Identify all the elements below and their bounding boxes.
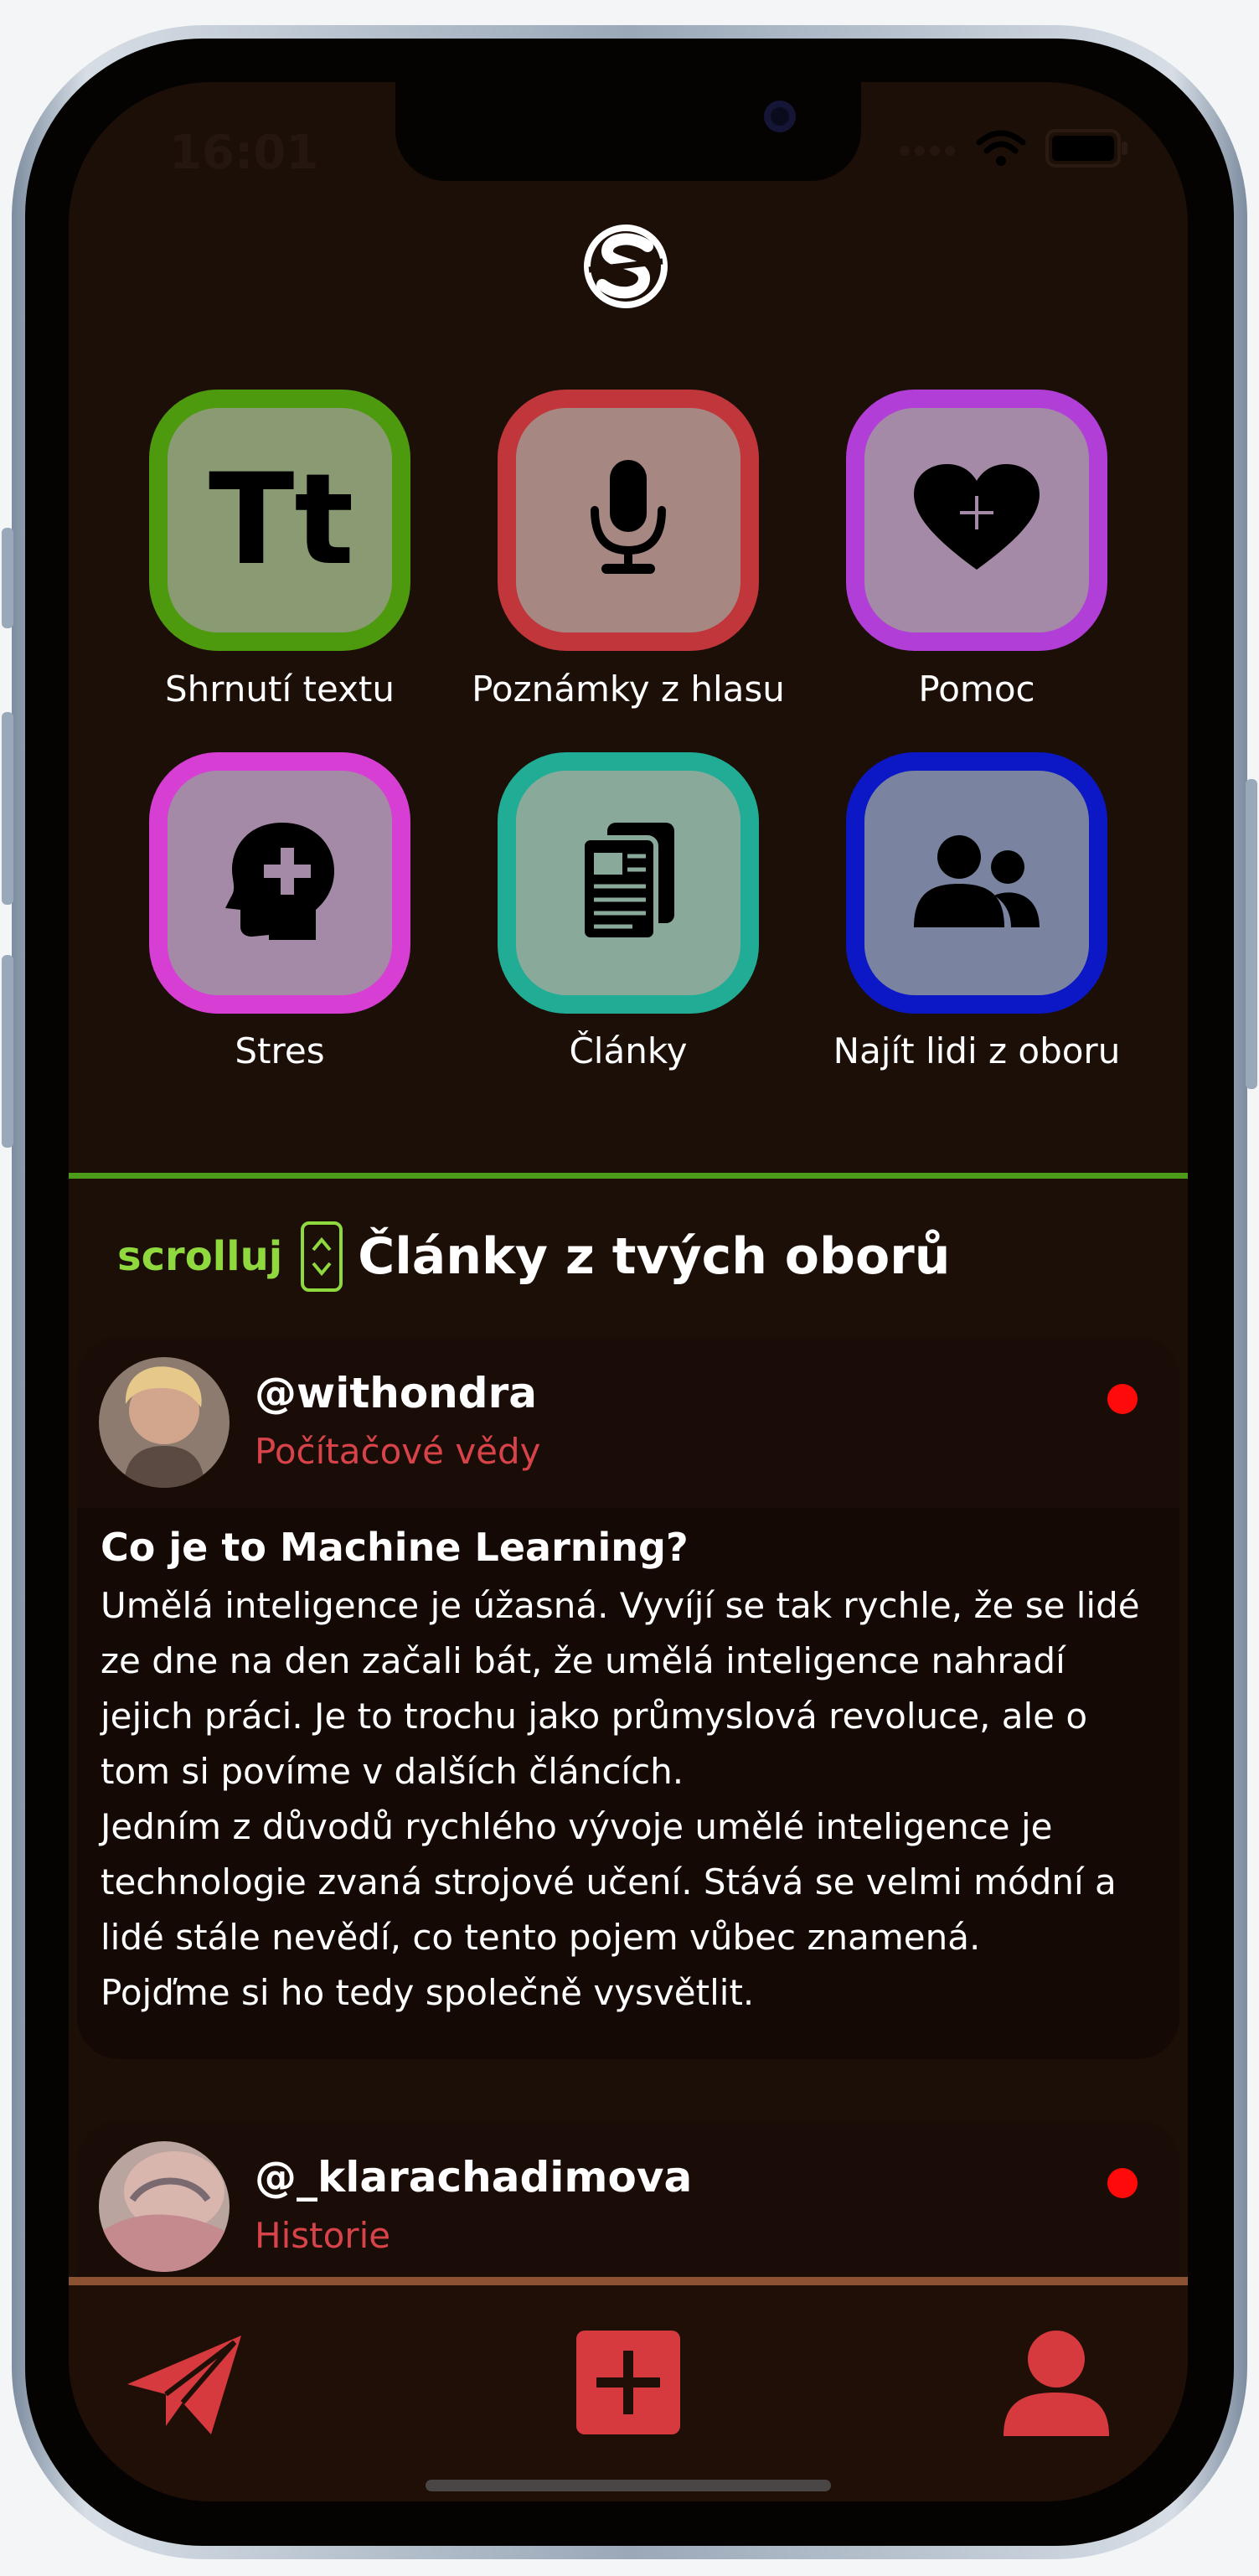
wifi-icon [975, 129, 1027, 171]
tile-label-stress: Stres [235, 1030, 325, 1071]
home-indicator[interactable] [426, 2480, 831, 2491]
post-field: Historie [255, 2215, 391, 2256]
tile-find-people[interactable] [846, 752, 1107, 1014]
battery-icon [1045, 129, 1129, 171]
tile-label-articles: Články [569, 1030, 688, 1071]
tile-label-voice-notes: Poznámky z hlasu [472, 669, 785, 710]
app-logo-icon [582, 223, 669, 310]
section-divider [69, 1173, 1188, 1179]
avatar[interactable] [99, 2141, 230, 2272]
article-card-header: @withondra Počítačové vědy [77, 1337, 1179, 1508]
post-username[interactable]: @withondra [255, 1369, 537, 1417]
scroll-updown-icon [301, 1221, 343, 1292]
tab-bar [69, 2285, 1188, 2501]
post-username[interactable]: @_klarachadimova [255, 2153, 692, 2202]
tab-bar-border [69, 2277, 1188, 2285]
status-icons [898, 129, 1129, 171]
unread-indicator [1107, 1384, 1138, 1414]
tile-articles[interactable] [498, 752, 759, 1014]
section-title: Články z tvých oborů [358, 1227, 951, 1286]
unread-indicator [1107, 2168, 1138, 2198]
scroll-hint-label: scrolluj [117, 1233, 283, 1280]
app-screen: 16:01 Tt Shrnutí textu Poznámky z hlasu … [69, 82, 1188, 2501]
post-title: Co je to Machine Learning? [101, 1525, 689, 1570]
status-time: 16:01 [169, 126, 319, 180]
section-header: scrolluj Články z tvých oborů [117, 1221, 951, 1292]
tile-stress[interactable] [149, 752, 410, 1014]
avatar[interactable] [99, 1357, 230, 1488]
heart-icon [914, 464, 1040, 576]
tile-voice-notes[interactable] [498, 390, 759, 651]
post-body: Umělá inteligence je úžasná. Vyvíjí se t… [101, 1585, 1140, 2013]
newspaper-icon [580, 823, 674, 943]
tile-label-text-summary: Shrnutí textu [164, 669, 395, 710]
mental-health-icon [225, 823, 334, 943]
article-card[interactable]: @withondra Počítačové vědy Co je to Mach… [77, 1337, 1179, 2059]
volume-down-button [2, 955, 13, 1148]
text-summary-icon: Tt [209, 447, 354, 593]
people-icon [914, 835, 1040, 931]
tile-help[interactable] [846, 390, 1107, 651]
article-card-header: @_klarachadimova Historie [77, 2121, 1179, 2292]
volume-up-button [2, 712, 13, 905]
tile-label-find-people: Najít lidi z oboru [833, 1030, 1121, 1071]
tile-label-help: Pomoc [918, 669, 1035, 710]
send-icon[interactable] [127, 2336, 245, 2439]
microphone-icon [586, 460, 670, 581]
add-icon[interactable] [576, 2331, 680, 2434]
notch [395, 82, 861, 181]
power-button [1246, 779, 1257, 1089]
profile-icon[interactable] [1004, 2331, 1109, 2439]
svg-text:Tt: Tt [209, 464, 351, 573]
front-camera [764, 101, 796, 132]
tile-text-summary[interactable]: Tt [149, 390, 410, 651]
silent-switch [2, 528, 13, 628]
signal-icon [898, 136, 957, 164]
post-field: Počítačové vědy [255, 1431, 541, 1472]
